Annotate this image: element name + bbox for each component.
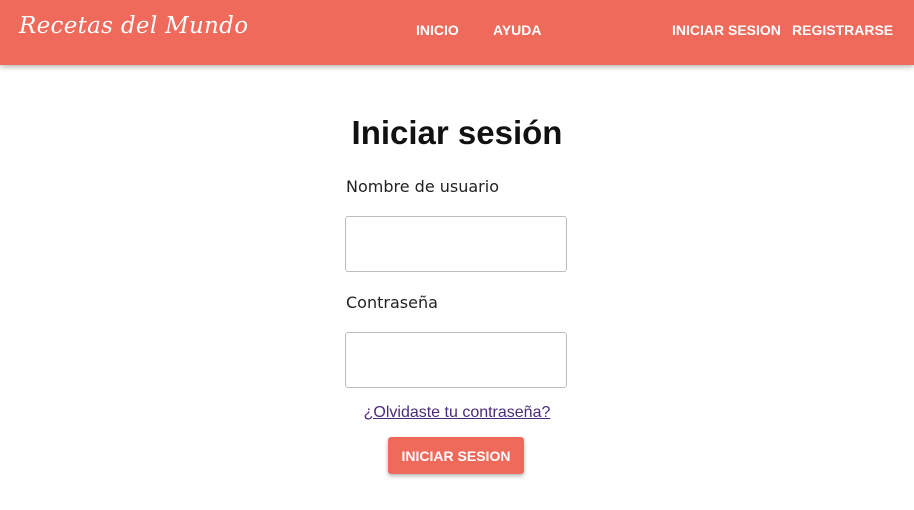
forgot-password-link[interactable]: ¿Olvidaste tu contraseña? <box>364 404 551 421</box>
page-title: Iniciar sesión <box>351 114 563 151</box>
password-field[interactable] <box>345 332 567 388</box>
username-label: Nombre de usuario <box>346 177 499 196</box>
brand-logo[interactable]: Recetas del Mundo <box>19 13 248 39</box>
nav-link-ayuda[interactable]: AYUDA <box>493 22 542 38</box>
password-label: Contraseña <box>346 293 438 312</box>
login-button[interactable]: INICIAR SESION <box>388 437 524 474</box>
username-field[interactable] <box>345 216 567 272</box>
nav-link-inicio[interactable]: INICIO <box>416 22 459 38</box>
nav-link-register[interactable]: REGISTRARSE <box>792 22 893 38</box>
forgot-password-row: ¿Olvidaste tu contraseña? <box>0 404 914 422</box>
nav-link-login[interactable]: INICIAR SESION <box>672 22 781 38</box>
navbar: Recetas del Mundo INICIO AYUDA INICIAR S… <box>0 0 914 65</box>
